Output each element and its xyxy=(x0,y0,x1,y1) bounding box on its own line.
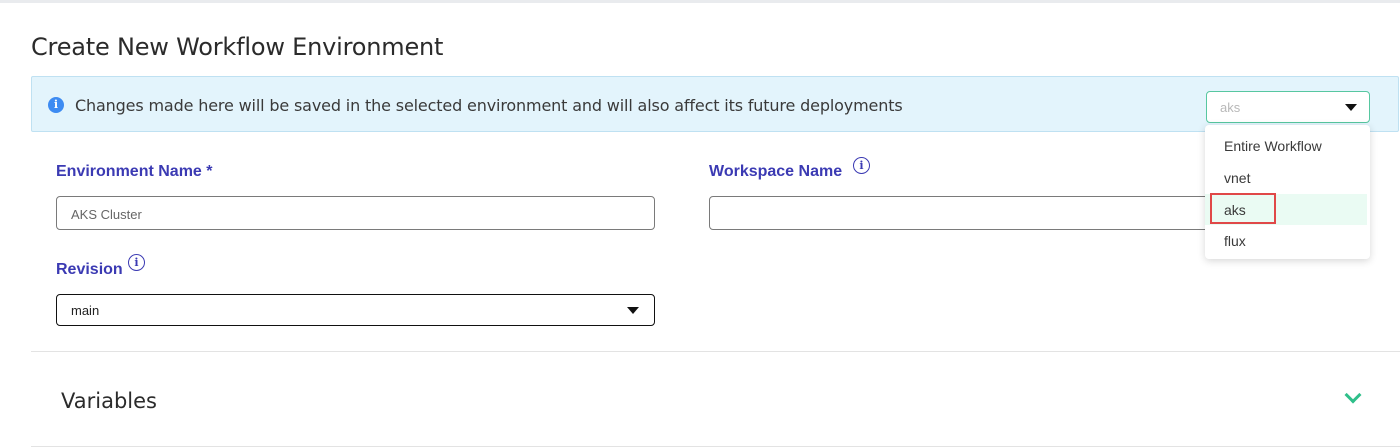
workspace-name-input[interactable] xyxy=(709,196,1249,230)
environment-select-value: aks xyxy=(1220,100,1241,115)
revision-select-value: main xyxy=(71,303,100,318)
environment-name-label-text: Environment Name xyxy=(56,163,202,180)
environment-dropdown-menu: Entire Workflow vnet aks flux xyxy=(1205,125,1370,259)
workspace-name-label: Workspace Name xyxy=(709,163,843,180)
dropdown-option-label: Entire Workflow xyxy=(1224,138,1322,154)
environment-select[interactable]: aks xyxy=(1206,91,1370,123)
dropdown-option-entire-workflow[interactable]: Entire Workflow xyxy=(1205,130,1367,161)
info-banner: i Changes made here will be saved in the… xyxy=(31,76,1399,132)
variables-section-title[interactable]: Variables xyxy=(61,389,157,413)
dropdown-option-aks[interactable]: aks xyxy=(1205,193,1367,225)
page-title: Create New Workflow Environment xyxy=(31,33,444,61)
environment-name-input[interactable]: AKS Cluster xyxy=(56,196,655,230)
dropdown-option-label: flux xyxy=(1224,233,1246,249)
dropdown-option-flux[interactable]: flux xyxy=(1205,225,1367,256)
section-divider-bottom xyxy=(31,446,1400,447)
info-icon: i xyxy=(48,97,64,113)
caret-down-icon xyxy=(627,307,639,314)
section-divider xyxy=(31,351,1400,352)
help-circle-icon[interactable]: i xyxy=(853,157,870,174)
create-environment-page: Create New Workflow Environment i Change… xyxy=(0,3,1400,448)
dropdown-option-label: vnet xyxy=(1224,170,1251,186)
revision-label: Revision xyxy=(56,261,123,278)
environment-name-placeholder: AKS Cluster xyxy=(71,207,142,222)
chevron-down-icon[interactable] xyxy=(1344,386,1362,404)
environment-name-label: Environment Name * xyxy=(56,163,213,181)
dropdown-option-vnet[interactable]: vnet xyxy=(1205,162,1367,193)
info-banner-message: Changes made here will be saved in the s… xyxy=(75,96,903,115)
revision-select[interactable]: main xyxy=(56,294,655,326)
caret-down-icon xyxy=(1345,104,1357,111)
dropdown-option-label: aks xyxy=(1224,202,1246,218)
required-marker: * xyxy=(206,163,213,180)
help-circle-icon[interactable]: i xyxy=(128,254,145,271)
